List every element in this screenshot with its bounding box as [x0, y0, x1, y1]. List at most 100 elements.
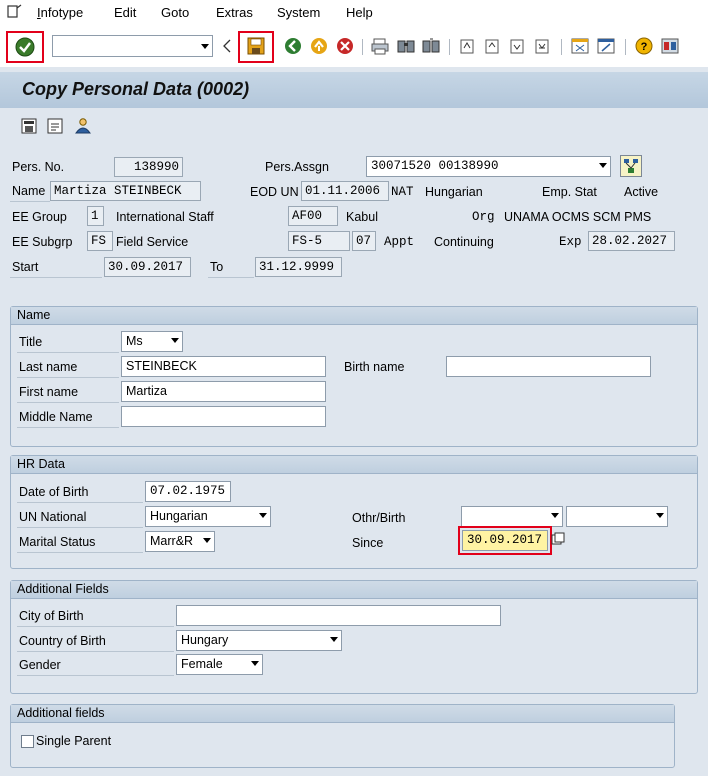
chevron-down-icon [599, 163, 607, 168]
chevron-down-icon [259, 513, 267, 518]
birth-name-label: Birth name [344, 360, 405, 374]
enter-check-icon[interactable] [15, 37, 35, 57]
chevron-down-icon [330, 637, 338, 642]
country-of-birth-value: Hungary [181, 633, 229, 647]
pers-no-label: Pers. No. [12, 160, 65, 174]
ee-subgrp-label: EE Subgrp [12, 235, 73, 249]
ee-group-code: 1 [87, 206, 104, 226]
since-input[interactable]: 30.09.2017 [462, 530, 548, 551]
eod-un-field: 01.11.2006 [301, 181, 389, 201]
title-label: Title [17, 333, 119, 353]
next-page-icon[interactable] [508, 37, 526, 55]
save-icon[interactable] [247, 37, 265, 55]
menu-edit[interactable]: Edit [114, 5, 136, 20]
shortcut-icon[interactable] [597, 37, 615, 55]
page-title: Copy Personal Data (0002) [22, 79, 250, 99]
appt-value: Continuing [434, 235, 494, 249]
print-icon[interactable] [371, 37, 389, 55]
exit-icon[interactable] [310, 37, 328, 55]
chevron-down-icon [203, 538, 211, 543]
command-field[interactable] [52, 35, 213, 57]
pers-assgn-dropdown[interactable]: 30071520 00138990 [366, 156, 611, 177]
previous-page-icon[interactable] [483, 37, 501, 55]
single-parent-checkbox[interactable] [21, 735, 34, 748]
calendar-icon[interactable] [551, 532, 565, 546]
single-parent-label: Single Parent [36, 734, 112, 748]
overview-icon[interactable] [21, 118, 37, 134]
ee-subgrp-code: FS [87, 231, 113, 251]
chevron-down-icon [171, 338, 179, 343]
middle-name-input[interactable] [121, 406, 326, 427]
last-name-input[interactable]: STEINBECK [121, 356, 326, 377]
step-field: 07 [352, 231, 376, 251]
org-structure-icon[interactable] [620, 155, 642, 177]
name-group-title: Name [11, 307, 697, 325]
ee-subgrp-value: Field Service [116, 235, 189, 249]
title-value: Ms [126, 334, 143, 348]
help-icon[interactable]: ? [635, 37, 653, 55]
last-name-label: Last name [17, 358, 119, 378]
pa-code-field: AF00 [288, 206, 338, 226]
chevron-down-icon [551, 513, 559, 518]
name-field: Martiza STEINBECK [50, 181, 201, 201]
person-icon[interactable] [74, 117, 92, 135]
first-name-input[interactable]: Martiza [121, 381, 326, 402]
customize-layout-icon[interactable] [661, 37, 679, 55]
title-dropdown[interactable]: Ms [121, 331, 183, 352]
find-icon[interactable] [397, 37, 415, 55]
menu-extras[interactable]: Extras [216, 5, 253, 20]
dob-input[interactable]: 07.02.1975 [145, 481, 231, 502]
grade-field: FS-5 [288, 231, 350, 251]
cancel-icon[interactable] [336, 37, 354, 55]
toolbar-separator [362, 39, 363, 55]
pers-no-field: 138990 [114, 157, 183, 177]
hr-data-group-title: HR Data [11, 456, 697, 474]
menu-help[interactable]: Help [346, 5, 373, 20]
menu-system[interactable]: System [277, 5, 320, 20]
birth-name-input[interactable] [446, 356, 651, 377]
copy-record-icon[interactable] [47, 118, 63, 134]
org-label: Org [472, 210, 495, 224]
sap-menu-icon[interactable] [7, 4, 23, 20]
un-national-value: Hungarian [150, 509, 208, 523]
org-value: UNAMA OCMS SCM PMS [504, 210, 652, 224]
new-session-icon[interactable] [571, 37, 589, 55]
city-of-birth-input[interactable] [176, 605, 501, 626]
un-national-label: UN National [17, 508, 143, 528]
othr-birth-dropdown-1[interactable] [461, 506, 563, 527]
ee-group-value: International Staff [116, 210, 214, 224]
marital-status-value: Marr&R [150, 534, 194, 548]
othr-birth-dropdown-2[interactable] [566, 506, 668, 527]
country-of-birth-dropdown[interactable]: Hungary [176, 630, 342, 651]
othr-birth-label: Othr/Birth [352, 511, 406, 525]
nat-value: Hungarian [425, 185, 483, 199]
to-label: To [208, 258, 254, 278]
menu-goto[interactable]: Goto [161, 5, 189, 20]
back-icon[interactable] [284, 37, 302, 55]
toolbar-separator [449, 39, 450, 55]
additional-fields-group-title: Additional Fields [11, 581, 697, 599]
exp-label: Exp [559, 235, 582, 249]
additional-fields-2-group-title: Additional fields [11, 705, 674, 723]
middle-name-label: Middle Name [17, 408, 119, 428]
marital-status-dropdown[interactable]: Marr&R [145, 531, 215, 552]
menu-bar: Infotype Edit Goto Extras System Help [0, 0, 708, 27]
un-national-dropdown[interactable]: Hungarian [145, 506, 271, 527]
toolbar-separator [561, 39, 562, 55]
first-page-icon[interactable] [458, 37, 476, 55]
toolbar-separator [625, 39, 626, 55]
emp-stat-value: Active [624, 185, 659, 199]
last-page-icon[interactable] [533, 37, 551, 55]
menu-infotype[interactable]: Infotype [37, 5, 83, 20]
chevron-down-icon [656, 513, 664, 518]
ee-group-label: EE Group [12, 210, 67, 224]
collapse-left-icon[interactable] [222, 38, 232, 54]
city-of-birth-label: City of Birth [17, 607, 174, 627]
svg-text:?: ? [641, 41, 648, 53]
find-next-icon[interactable] [422, 37, 440, 55]
first-name-label: First name [17, 383, 119, 403]
pa-value: Kabul [346, 210, 378, 224]
exp-field: 28.02.2027 [588, 231, 675, 251]
nat-label: NAT [391, 185, 414, 199]
gender-dropdown[interactable]: Female [176, 654, 263, 675]
